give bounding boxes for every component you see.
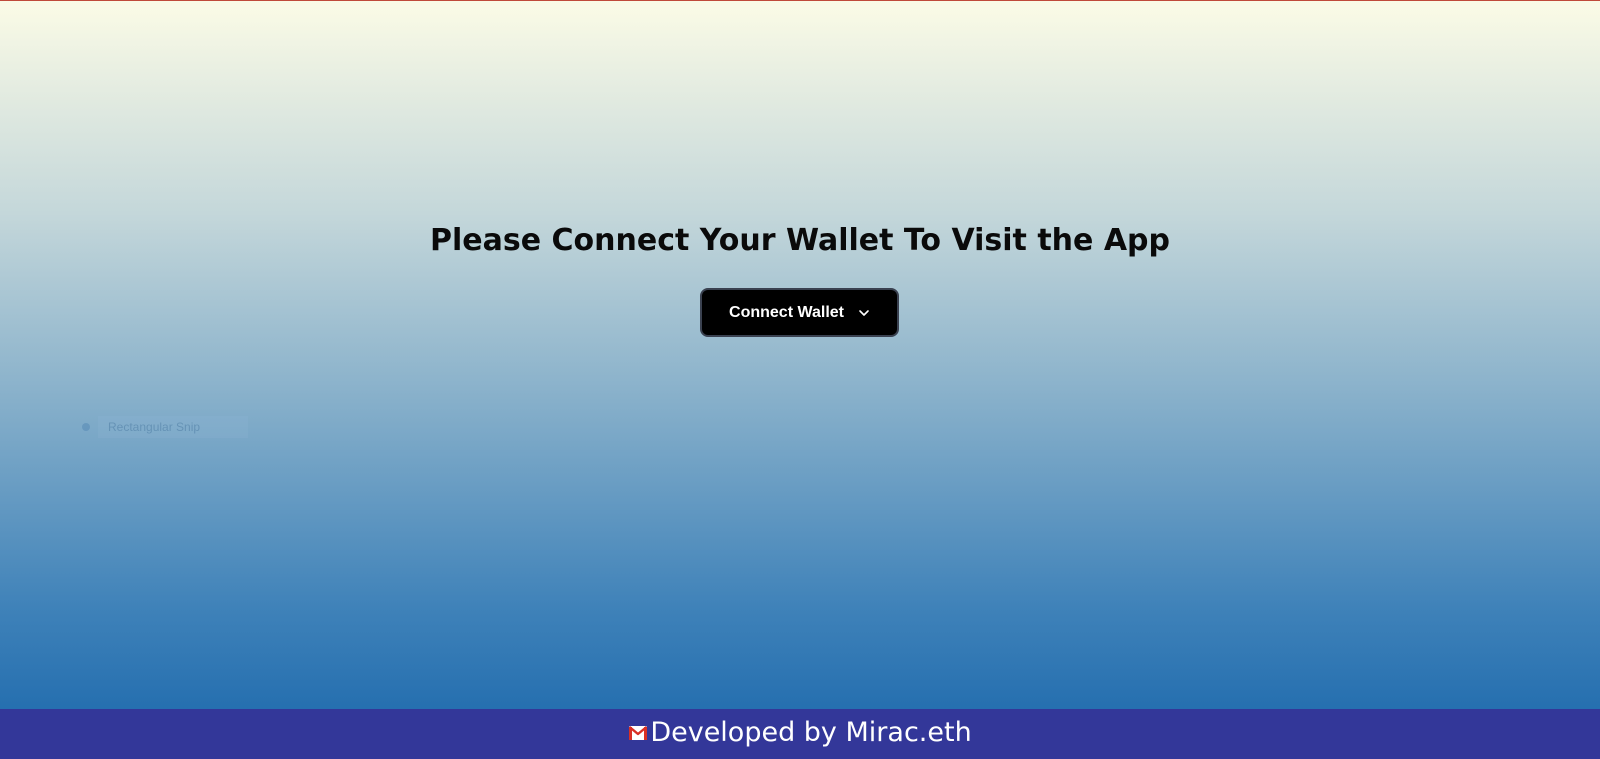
mail-icon[interactable]	[628, 725, 648, 741]
connect-wallet-button[interactable]: Connect Wallet	[700, 288, 899, 337]
chevron-down-icon	[859, 309, 869, 316]
connect-wallet-label: Connect Wallet	[729, 303, 844, 321]
snip-label: Rectangular Snip	[98, 416, 248, 438]
app-page: Please Connect Your Wallet To Visit the …	[0, 0, 1600, 759]
rectangular-snip-overlay: Rectangular Snip	[78, 416, 248, 438]
footer-text: Developed by Mirac.eth	[650, 717, 972, 748]
snip-icon	[82, 423, 90, 431]
footer-credit: Developed by Mirac.eth	[628, 717, 972, 748]
page-title: Please Connect Your Wallet To Visit the …	[430, 223, 1170, 258]
footer: Developed by Mirac.eth	[0, 709, 1600, 759]
